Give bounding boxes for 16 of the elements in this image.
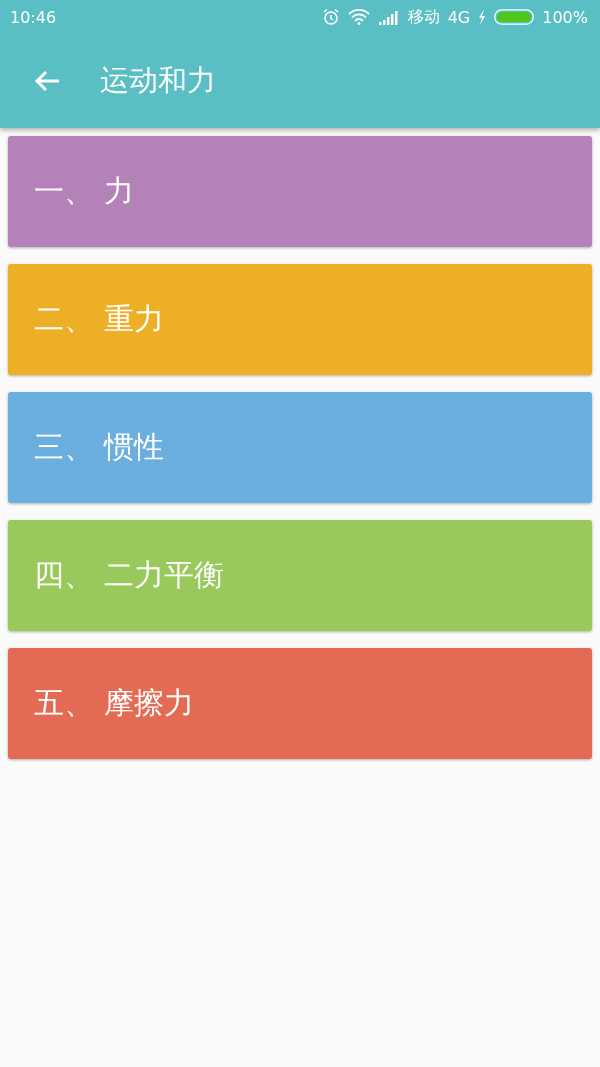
carrier-name: 移动 (407, 6, 440, 28)
signal-icon (377, 9, 400, 25)
topic-card[interactable]: 五、 摩擦力 (8, 648, 592, 759)
back-arrow-icon[interactable] (33, 69, 61, 93)
wifi-icon (347, 9, 370, 25)
topic-card[interactable]: 四、 二力平衡 (8, 520, 592, 631)
topic-card[interactable]: 一、 力 (8, 136, 592, 247)
alarm-icon (321, 8, 340, 26)
charging-icon (478, 9, 487, 25)
battery-percent: 100% (542, 7, 588, 27)
network-type: 4G (447, 7, 471, 27)
battery-icon (494, 9, 535, 25)
topic-card[interactable]: 三、 惯性 (8, 392, 592, 503)
page-title: 运动和力 (100, 62, 216, 99)
topic-card[interactable]: 二、 重力 (8, 264, 592, 375)
status-time: 10:46 (10, 7, 57, 27)
